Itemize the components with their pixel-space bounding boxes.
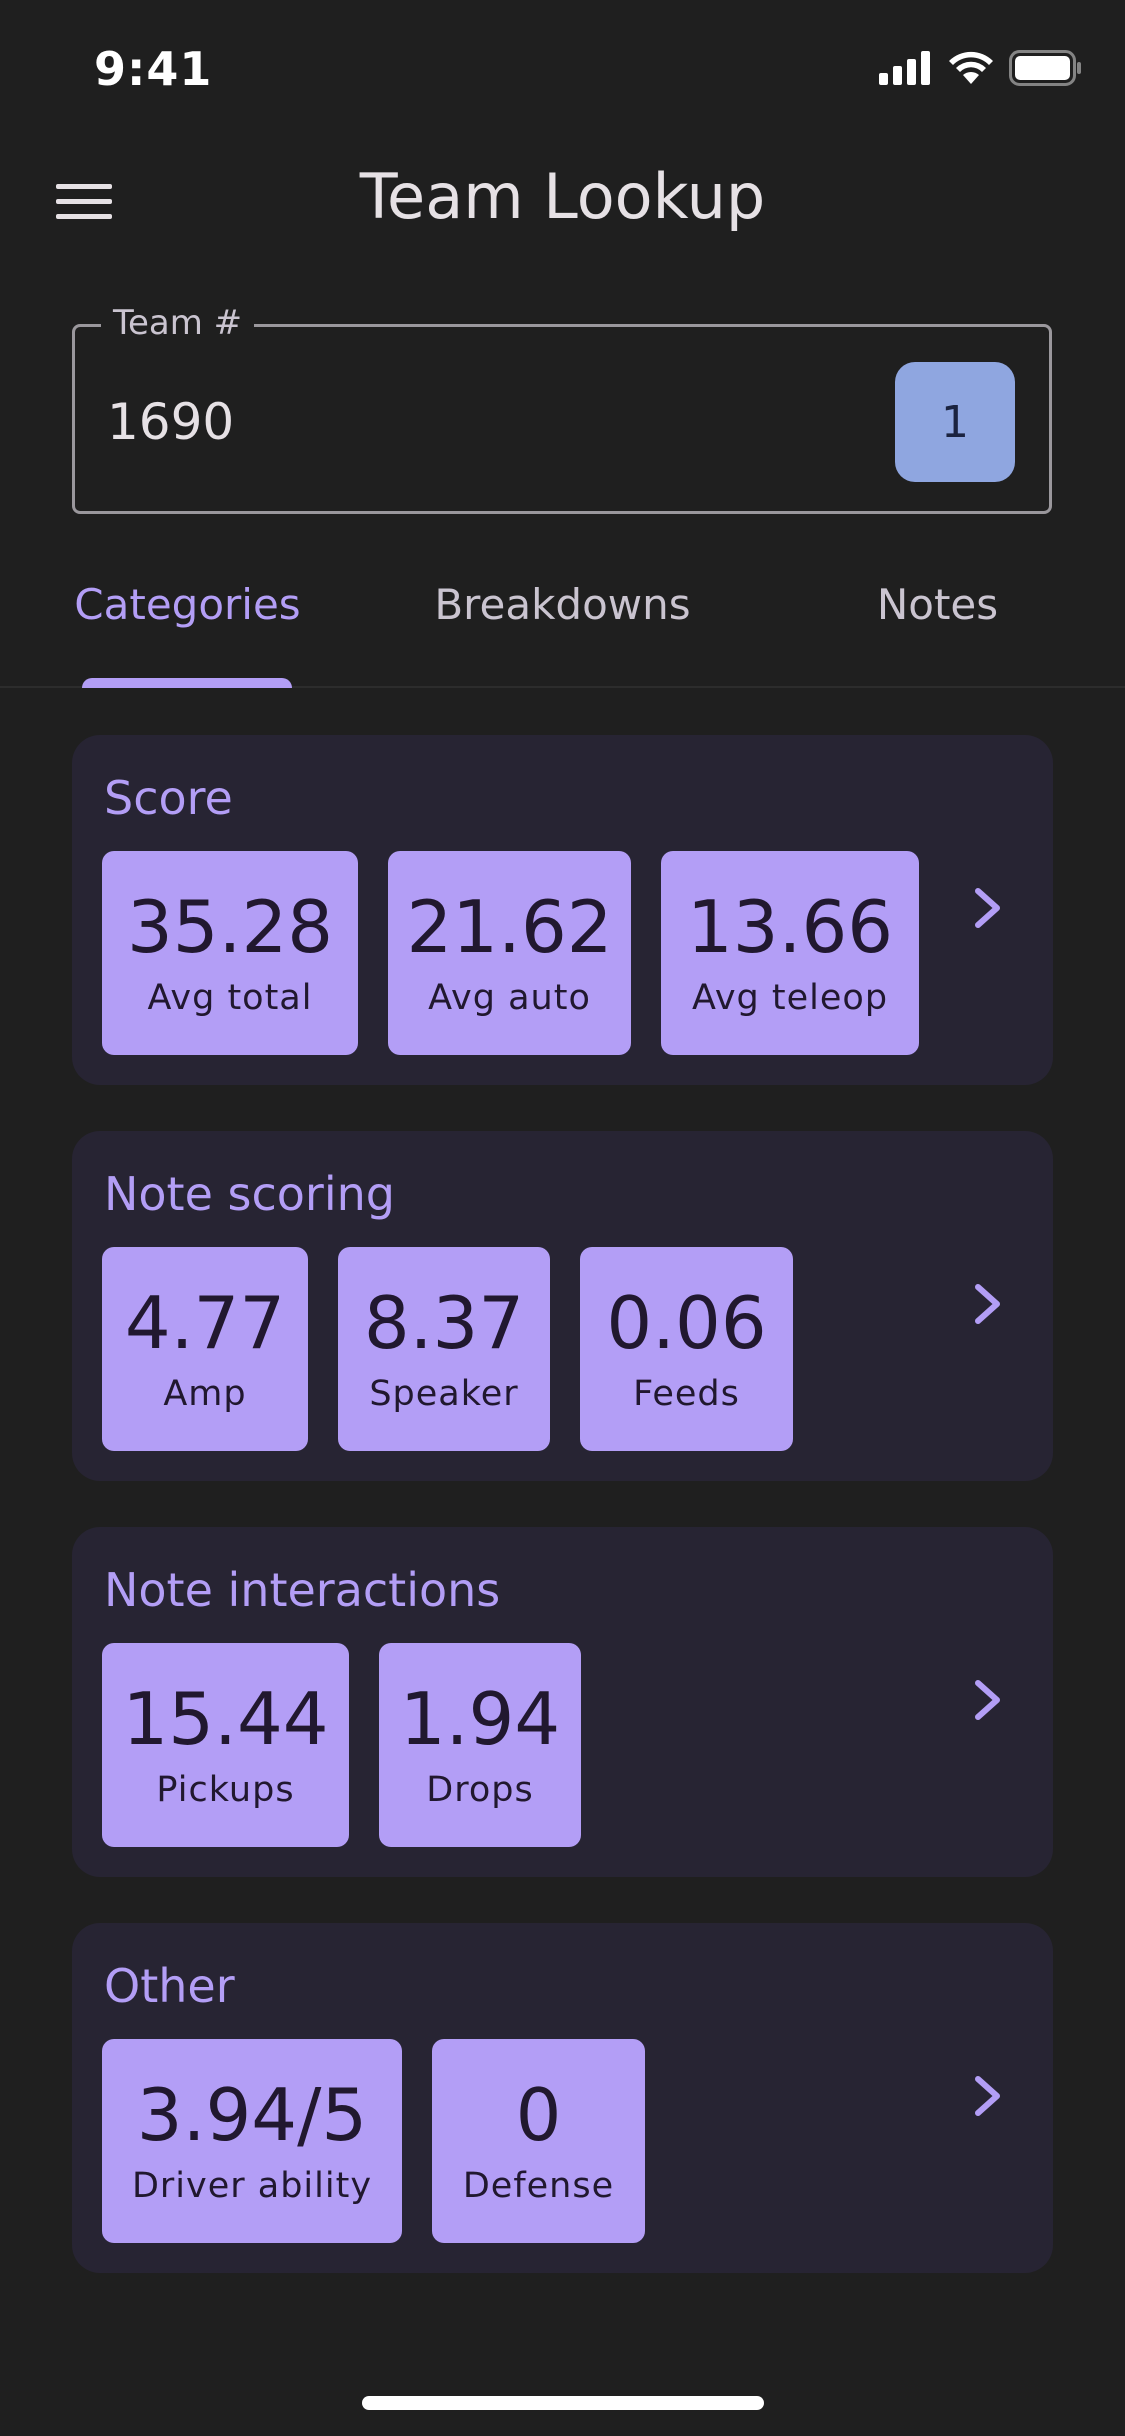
stat-tile: 0 Defense: [432, 2039, 645, 2243]
stat-tile: 15.44 Pickups: [102, 1643, 349, 1847]
stat-label: Avg auto: [428, 978, 591, 1018]
stat-tiles: 15.44 Pickups 1.94 Drops: [102, 1643, 581, 1847]
category-card-score[interactable]: Score 35.28 Avg total 21.62 Avg auto 13.…: [72, 735, 1053, 1085]
chevron-right-icon[interactable]: [963, 2061, 1013, 2131]
stat-tiles: 3.94/5 Driver ability 0 Defense: [102, 2039, 645, 2243]
stat-tile: 1.94 Drops: [379, 1643, 581, 1847]
category-title: Score: [104, 771, 233, 825]
stat-tile: 3.94/5 Driver ability: [102, 2039, 402, 2243]
status-time: 9:41: [94, 42, 213, 96]
team-number-label: Team #: [101, 303, 255, 343]
category-card-note-interactions[interactable]: Note interactions 15.44 Pickups 1.94 Dro…: [72, 1527, 1053, 1877]
stat-tile: 8.37 Speaker: [338, 1247, 550, 1451]
tab-breakdowns[interactable]: Breakdowns: [375, 580, 750, 629]
stat-label: Avg teleop: [691, 978, 889, 1018]
stat-label: Driver ability: [131, 2166, 373, 2206]
stat-value: 3.94/5: [136, 2073, 368, 2157]
category-title: Note scoring: [104, 1167, 395, 1221]
team-badge[interactable]: 1: [895, 362, 1015, 482]
chevron-right-icon[interactable]: [963, 873, 1013, 943]
page-title: Team Lookup: [359, 160, 766, 233]
stat-tile: 35.28 Avg total: [102, 851, 358, 1055]
stat-label: Avg total: [147, 978, 313, 1018]
stat-value: 35.28: [126, 885, 334, 969]
category-title: Note interactions: [104, 1563, 501, 1617]
stat-label: Defense: [462, 2166, 615, 2206]
stat-tiles: 35.28 Avg total 21.62 Avg auto 13.66 Avg…: [102, 851, 919, 1055]
status-bar: 9:41: [0, 0, 1125, 140]
stat-value: 4.77: [124, 1281, 286, 1365]
tab-categories[interactable]: Categories: [0, 580, 375, 629]
app-bar: Team Lookup: [0, 140, 1125, 260]
category-card-note-scoring[interactable]: Note scoring 4.77 Amp 8.37 Speaker 0.06 …: [72, 1131, 1053, 1481]
stat-tile: 4.77 Amp: [102, 1247, 308, 1451]
stat-value: 1.94: [399, 1677, 561, 1761]
stat-label: Amp: [163, 1374, 247, 1414]
stat-value: 21.62: [406, 885, 613, 969]
battery-icon: [1009, 50, 1083, 90]
team-number-field: Team # 1: [72, 303, 1052, 514]
active-tab-indicator: [82, 678, 292, 688]
chevron-right-icon[interactable]: [963, 1269, 1013, 1339]
home-indicator[interactable]: [362, 2396, 764, 2410]
category-title: Other: [104, 1959, 235, 2013]
stat-tile: 0.06 Feeds: [580, 1247, 793, 1451]
status-icons: [879, 50, 1083, 90]
stat-value: 0.06: [606, 1281, 767, 1365]
tab-bar: Categories Breakdowns Notes: [0, 560, 1125, 688]
stat-tile: 21.62 Avg auto: [388, 851, 631, 1055]
stat-label: Speaker: [369, 1374, 519, 1414]
wifi-icon: [947, 50, 995, 90]
team-number-input[interactable]: [107, 387, 807, 457]
stat-tiles: 4.77 Amp 8.37 Speaker 0.06 Feeds: [102, 1247, 793, 1451]
stat-tile: 13.66 Avg teleop: [661, 851, 919, 1055]
category-card-other[interactable]: Other 3.94/5 Driver ability 0 Defense: [72, 1923, 1053, 2273]
stat-value: 15.44: [122, 1677, 329, 1761]
chevron-right-icon[interactable]: [963, 1665, 1013, 1735]
tab-notes[interactable]: Notes: [750, 580, 1125, 629]
stat-label: Drops: [426, 1770, 534, 1810]
stat-label: Pickups: [156, 1770, 295, 1810]
stat-value: 0: [515, 2073, 562, 2157]
stat-value: 8.37: [363, 1281, 525, 1365]
stat-label: Feeds: [633, 1374, 740, 1414]
cellular-signal-icon: [879, 51, 933, 89]
stat-value: 13.66: [686, 885, 894, 969]
